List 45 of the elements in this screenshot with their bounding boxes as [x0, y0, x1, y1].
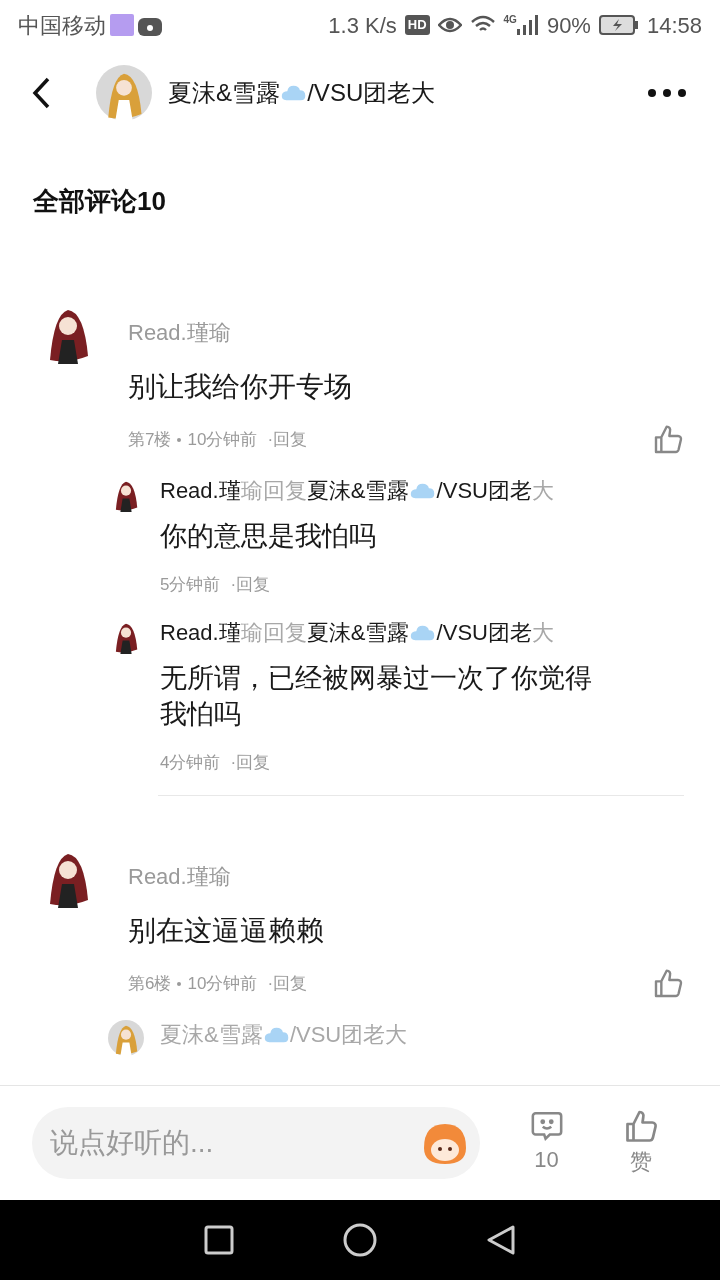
reply-author: Read.瑾瑜回复夏沫&雪露 /VSU团老大	[160, 477, 555, 505]
comments-button[interactable]: 10	[529, 1108, 564, 1178]
timestamp: 10分钟前	[187, 429, 258, 452]
comment-input[interactable]: 说点好听的...	[32, 1107, 480, 1179]
reply-link[interactable]: ·回复	[230, 749, 271, 775]
cloud-icon	[410, 482, 436, 500]
reply-link[interactable]: ·回复	[267, 971, 308, 997]
battery-percent: 90%	[546, 11, 591, 40]
reply-link[interactable]: ·回复	[230, 572, 271, 598]
network-speed: 1.3 K/s	[328, 11, 397, 40]
recent-apps-icon[interactable]	[204, 1225, 235, 1255]
timestamp: 4分钟前	[160, 751, 221, 774]
reply-link[interactable]: ·回复	[267, 427, 308, 453]
back-icon[interactable]	[485, 1224, 516, 1256]
cloud-icon	[410, 623, 436, 642]
timestamp: 10分钟前	[187, 973, 258, 996]
app-icon	[110, 14, 134, 36]
carrier-name: 中国移动	[18, 11, 106, 40]
floor-number: 第6楼	[128, 973, 172, 996]
reply-author: 夏沫&雪露 /VSU团老大	[160, 1021, 409, 1049]
home-icon[interactable]	[343, 1223, 377, 1257]
like-icon[interactable]	[652, 424, 684, 456]
comments-heading: 全部评论10	[32, 185, 167, 218]
comment-text: 别让我给你开专场	[128, 370, 353, 404]
signal-icon	[516, 15, 539, 35]
reply-text: 无所谓，已经被网暴过一次了你觉得我怕吗	[160, 661, 593, 731]
eye-icon	[437, 16, 462, 34]
network-type: 4G	[503, 15, 517, 25]
avatar	[96, 65, 152, 121]
like-button[interactable]: 赞	[622, 1108, 659, 1178]
like-icon[interactable]	[652, 968, 684, 1000]
cloud-icon	[263, 1026, 289, 1044]
avatar	[108, 1020, 144, 1056]
comment-text: 别在这逼逼赖赖	[128, 914, 325, 948]
comment-author: Read.瑾瑜	[128, 319, 232, 347]
cloud-icon	[281, 84, 307, 102]
profile-name: 夏沫&雪露 /VSU团老大	[168, 78, 437, 108]
comment-author: Read.瑾瑜	[128, 863, 232, 891]
reply-text: 你的意思是我怕吗	[160, 520, 377, 553]
reply-author: Read.瑾瑜回复夏沫&雪露 /VSU团老大	[160, 618, 555, 647]
battery-charging-icon	[598, 15, 639, 35]
timestamp: 5分钟前	[160, 574, 221, 596]
clock: 14:58	[646, 11, 702, 40]
floor-number: 第7楼	[128, 429, 172, 452]
hd-badge: HD	[404, 15, 430, 35]
